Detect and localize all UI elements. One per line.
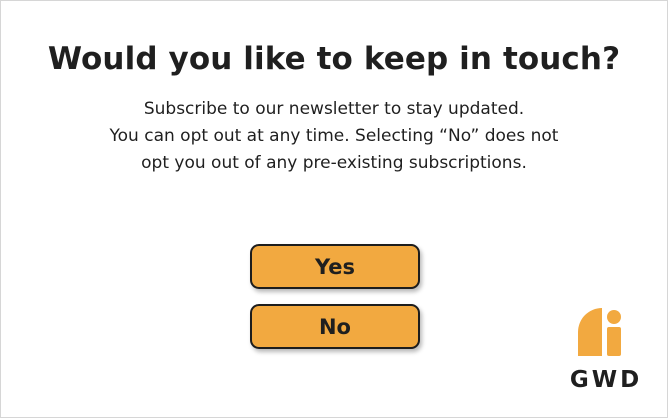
dialog-screen: Would you like to keep in touch? Subscri… bbox=[0, 0, 668, 418]
gwd-logo: GWD bbox=[564, 306, 648, 396]
body-line: opt you out of any pre-existing subscrip… bbox=[141, 153, 527, 173]
yes-button[interactable]: Yes bbox=[250, 244, 420, 289]
gwd-logo-icon bbox=[578, 308, 621, 356]
body-line: You can opt out at any time. Selecting “… bbox=[109, 126, 559, 146]
body-line: Subscribe to our newsletter to stay upda… bbox=[143, 99, 525, 119]
dialog-title: Would you like to keep in touch? bbox=[47, 41, 621, 77]
no-button[interactable]: No bbox=[250, 304, 420, 349]
dialog-body: Subscribe to our newsletter to stay upda… bbox=[1, 96, 667, 177]
logo-text: GWD bbox=[569, 367, 643, 393]
